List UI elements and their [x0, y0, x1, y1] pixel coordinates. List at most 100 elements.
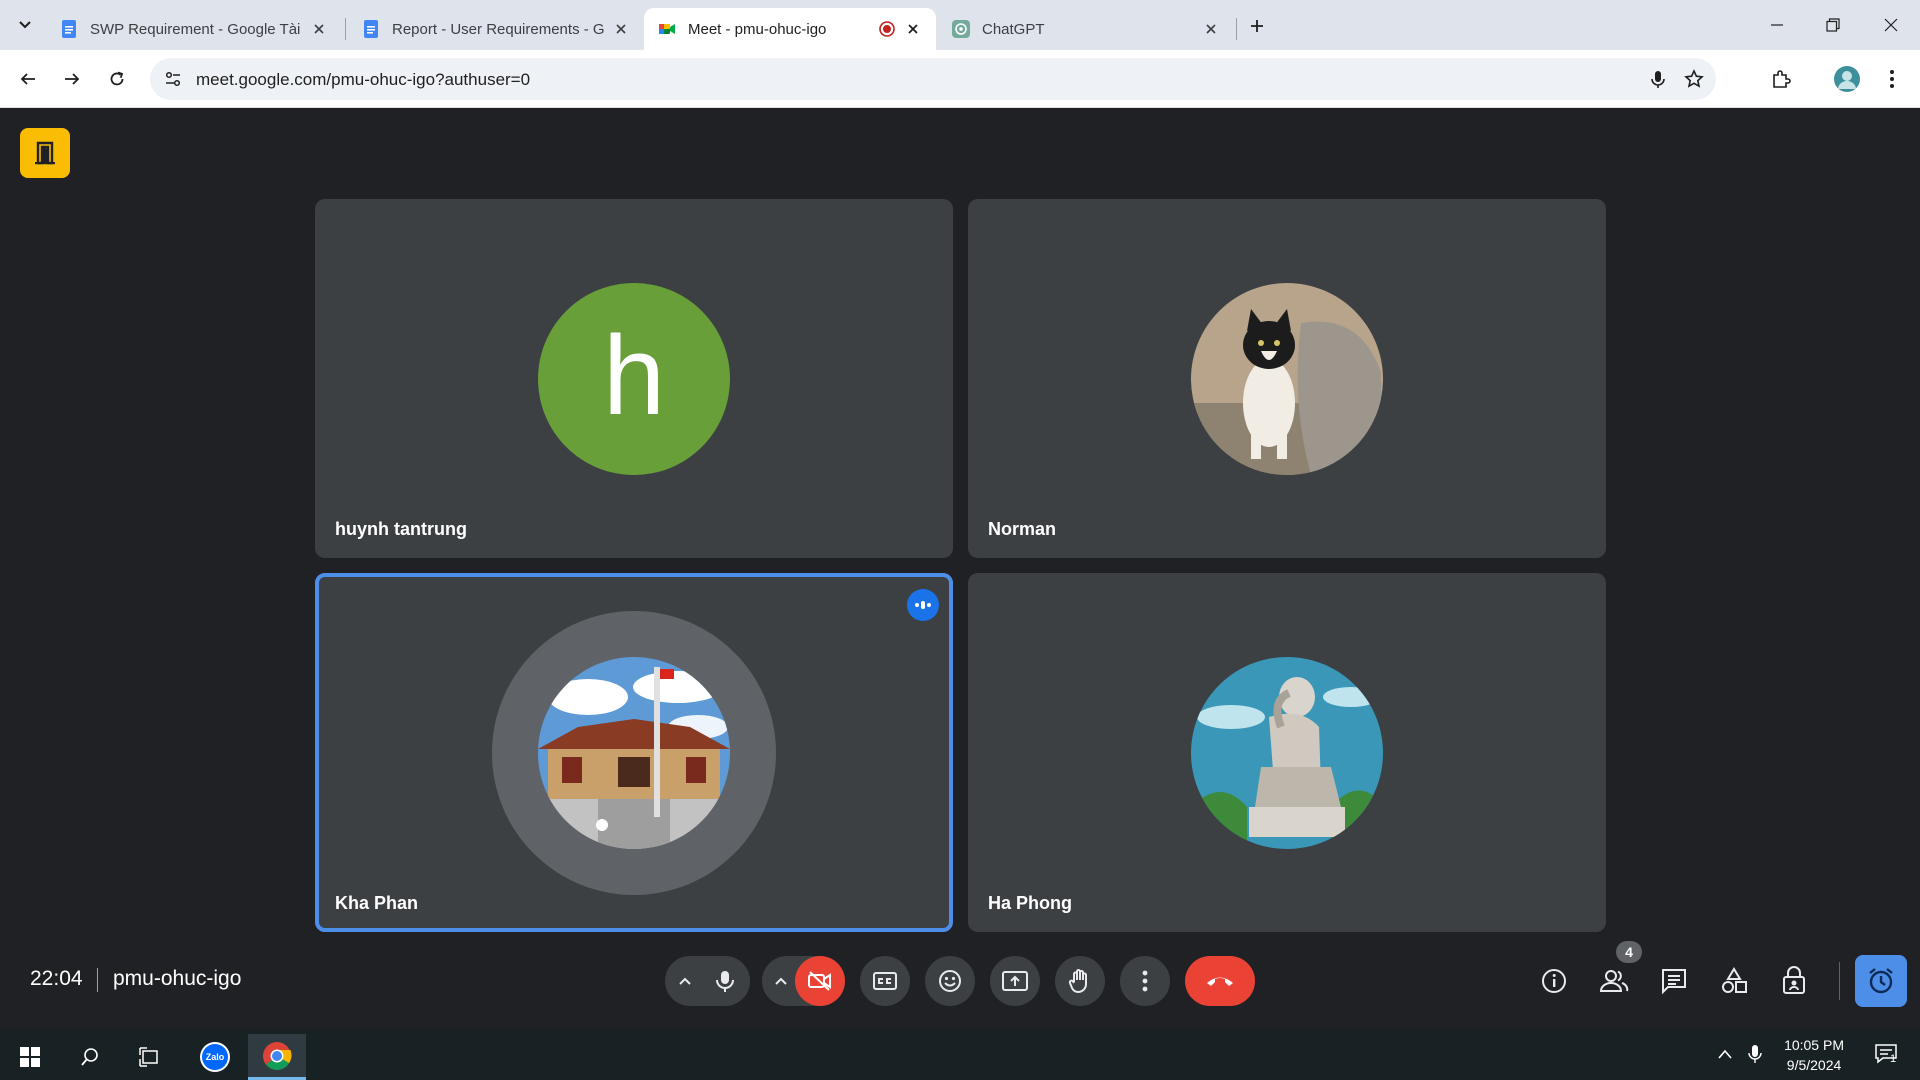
- browser-tabstrip: SWP Requirement - Google Tài Report - Us…: [0, 0, 1920, 50]
- meeting-code[interactable]: pmu-ohuc-igo: [113, 967, 241, 991]
- browser-toolbar: meet.google.com/pmu-ohuc-igo?authuser=0: [0, 50, 1920, 108]
- host-controls-button[interactable]: [1776, 963, 1812, 999]
- taskbar-search-button[interactable]: [62, 1034, 118, 1080]
- chevron-up-icon: [679, 977, 691, 985]
- more-vert-icon: [1890, 70, 1894, 88]
- more-options-button[interactable]: [1120, 956, 1170, 1006]
- bookmark-star-icon[interactable]: [1684, 69, 1704, 94]
- tab-chatgpt[interactable]: ChatGPT: [938, 8, 1234, 50]
- raise-hand-button[interactable]: [1055, 956, 1105, 1006]
- close-window-button[interactable]: [1876, 10, 1906, 40]
- present-screen-button[interactable]: [990, 956, 1040, 1006]
- participant-tile-active-speaker[interactable]: Kha Phan: [315, 573, 953, 932]
- close-tab-icon[interactable]: [310, 20, 328, 38]
- tab-meet[interactable]: Meet - pmu-ohuc-igo: [644, 8, 936, 50]
- arrow-left-icon: [20, 73, 35, 85]
- tab-search-button[interactable]: [11, 11, 39, 39]
- back-button[interactable]: [12, 63, 44, 95]
- profile-avatar[interactable]: [1831, 63, 1863, 95]
- video-options-button[interactable]: [771, 971, 791, 991]
- arrow-right-icon: [65, 73, 80, 85]
- forward-button[interactable]: [56, 63, 88, 95]
- alarm-clock-icon: [1869, 968, 1893, 994]
- close-tab-icon[interactable]: [1202, 20, 1220, 38]
- microphone-control-group: [665, 956, 750, 1006]
- close-icon: [1884, 18, 1898, 32]
- temple-photo: [538, 657, 730, 849]
- chat-button[interactable]: [1656, 963, 1692, 999]
- timer-button[interactable]: [1855, 955, 1907, 1007]
- people-count-badge: 4: [1616, 941, 1642, 963]
- extensions-button[interactable]: [1765, 63, 1797, 95]
- avatar-letter: h: [602, 313, 666, 438]
- tab-separator: [345, 18, 346, 40]
- chevron-down-icon: [19, 21, 31, 29]
- participant-tile[interactable]: Ha Phong: [968, 573, 1606, 932]
- start-button[interactable]: [2, 1034, 58, 1080]
- people-icon: [1599, 970, 1629, 992]
- microphone-button[interactable]: [700, 956, 750, 1006]
- captions-button[interactable]: [860, 956, 910, 1006]
- system-clock[interactable]: 10:05 PM 9/5/2024: [1784, 1035, 1844, 1075]
- google-meet-icon: [659, 24, 675, 34]
- restore-button[interactable]: [1818, 10, 1848, 40]
- shapes-icon: [1722, 967, 1747, 993]
- leave-call-button[interactable]: [1185, 956, 1255, 1006]
- speaking-indicator-icon: [907, 589, 939, 621]
- audio-options-button[interactable]: [675, 971, 695, 991]
- close-tab-icon[interactable]: [612, 20, 630, 38]
- reload-icon: [110, 71, 124, 86]
- avatar: h: [538, 283, 730, 475]
- tab-title: Report - User Requirements - G: [392, 20, 604, 38]
- microphone-tray-icon[interactable]: [1744, 1043, 1766, 1065]
- browser-menu-button[interactable]: [1876, 63, 1908, 95]
- notifications-button[interactable]: 1: [1870, 1043, 1902, 1065]
- tab-report-user-requirements[interactable]: Report - User Requirements - G: [348, 8, 644, 50]
- hand-icon: [1068, 969, 1087, 993]
- chevron-up-icon: [775, 977, 787, 985]
- participant-name: Ha Phong: [988, 893, 1072, 913]
- meeting-clock: 22:04: [30, 967, 83, 990]
- address-bar[interactable]: meet.google.com/pmu-ohuc-igo?authuser=0: [150, 58, 1716, 100]
- chatgpt-icon: [952, 20, 970, 38]
- system-time: 10:05 PM: [1784, 1037, 1844, 1053]
- show-hidden-icons-button[interactable]: [1714, 1043, 1736, 1065]
- minimize-button[interactable]: [1762, 10, 1792, 40]
- chrome-app-button[interactable]: [248, 1034, 306, 1080]
- zalo-label: Zalo: [202, 1044, 228, 1070]
- os-taskbar: Zalo 10:05 PM 9/5/2024 1: [0, 1029, 1920, 1080]
- chrome-icon: [263, 1041, 292, 1070]
- plus-icon: [1251, 20, 1263, 32]
- tab-swp-requirement[interactable]: SWP Requirement - Google Tài: [46, 8, 342, 50]
- activities-button[interactable]: [1716, 963, 1752, 999]
- new-tab-button[interactable]: [1243, 12, 1271, 40]
- microphone-in-use-icon[interactable]: [1648, 69, 1668, 94]
- zalo-app-button[interactable]: Zalo: [186, 1034, 244, 1080]
- tab-separator: [1236, 18, 1237, 40]
- camera-control-group: [762, 956, 845, 1006]
- avatar: [1191, 283, 1383, 475]
- avatar: [1834, 66, 1860, 92]
- windows-logo-icon: [20, 1047, 40, 1067]
- people-button[interactable]: [1596, 963, 1632, 999]
- zalo-icon: Zalo: [200, 1042, 230, 1072]
- camera-off-button[interactable]: [795, 956, 845, 1006]
- tab-title: SWP Requirement - Google Tài: [90, 20, 301, 38]
- microphone-icon: [1748, 1045, 1762, 1063]
- reactions-button[interactable]: [925, 956, 975, 1006]
- reload-button[interactable]: [101, 63, 133, 95]
- puzzle-icon: [1773, 70, 1791, 88]
- companion-mode-button[interactable]: [20, 128, 70, 178]
- participant-name: Kha Phan: [335, 893, 419, 913]
- participant-tile[interactable]: h huynh tantrung: [315, 199, 953, 558]
- participant-name: Norman: [988, 519, 1057, 539]
- thinker-statue-photo: [1191, 657, 1383, 849]
- task-view-button[interactable]: [122, 1034, 178, 1080]
- meeting-details-button[interactable]: [1536, 963, 1572, 999]
- lock-person-icon: [1783, 966, 1805, 994]
- microphone-icon: [716, 971, 734, 992]
- site-settings-icon[interactable]: [164, 70, 182, 93]
- present-to-all-icon: [1002, 971, 1028, 991]
- close-tab-icon[interactable]: [904, 20, 922, 38]
- participant-tile[interactable]: Norman: [968, 199, 1606, 558]
